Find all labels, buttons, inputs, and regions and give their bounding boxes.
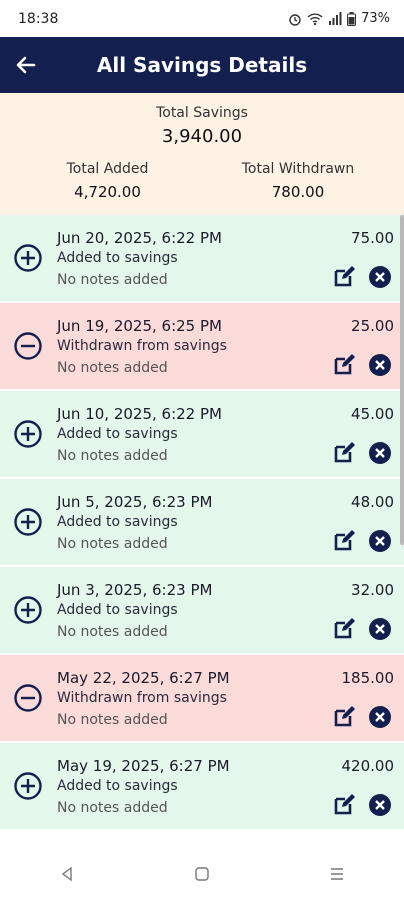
- close-circle-icon: [369, 706, 391, 728]
- menu-lines-icon: [330, 867, 343, 880]
- transaction-date: Jun 20, 2025, 6:22 PM: [57, 229, 222, 247]
- status-icons: 73%: [288, 11, 390, 26]
- transaction-note: No notes added: [57, 272, 168, 288]
- plus-circle-icon: [13, 419, 43, 449]
- triangle-back-icon: [62, 866, 73, 881]
- edit-icon: [334, 354, 355, 375]
- edit-icon: [334, 530, 355, 551]
- nav-recents-button[interactable]: [307, 854, 367, 894]
- edit-button[interactable]: [332, 793, 356, 817]
- transaction-note: No notes added: [57, 800, 168, 816]
- battery-level: 73%: [361, 11, 390, 26]
- delete-button[interactable]: [368, 705, 392, 729]
- transaction-description: Withdrawn from savings: [57, 690, 227, 706]
- close-circle-icon: [369, 618, 391, 640]
- signal-icon: [329, 11, 342, 25]
- transaction-date: May 22, 2025, 6:27 PM: [57, 669, 230, 687]
- transaction-description: Added to savings: [57, 778, 178, 794]
- app-bar: All Savings Details: [0, 37, 404, 93]
- transaction-date: Jun 5, 2025, 6:23 PM: [57, 493, 213, 511]
- edit-button[interactable]: [332, 705, 356, 729]
- edit-button[interactable]: [332, 353, 356, 377]
- plus-circle-icon: [13, 595, 43, 625]
- wifi-icon: [307, 12, 323, 25]
- transaction-amount: 45.00: [351, 405, 394, 423]
- transaction-date: Jun 3, 2025, 6:23 PM: [57, 581, 213, 599]
- delete-button[interactable]: [368, 353, 392, 377]
- nav-back-button[interactable]: [37, 854, 97, 894]
- transaction-description: Added to savings: [57, 250, 178, 266]
- status-time: 18:38: [18, 10, 59, 27]
- plus-circle-icon: [13, 507, 43, 537]
- close-circle-icon: [369, 354, 391, 376]
- transaction-list[interactable]: Jun 20, 2025, 6:22 PM Added to savings No …: [0, 215, 404, 847]
- transaction-description: Withdrawn from savings: [57, 338, 227, 354]
- transaction-note: No notes added: [57, 360, 168, 376]
- total-withdrawn-value: 780.00: [271, 183, 325, 201]
- transaction-row[interactable]: May 19, 2025, 6:27 PM Added to savings No …: [0, 743, 404, 831]
- transaction-amount: 32.00: [351, 581, 394, 599]
- total-savings-label: Total Savings: [156, 105, 248, 121]
- delete-button[interactable]: [368, 617, 392, 641]
- total-savings-value: 3,940.00: [161, 126, 243, 147]
- edit-icon: [334, 266, 355, 287]
- total-added-value: 4,720.00: [74, 183, 141, 201]
- edit-icon: [334, 794, 355, 815]
- transaction-amount: 25.00: [351, 317, 394, 335]
- total-added-label: Total Added: [66, 161, 149, 177]
- transaction-row[interactable]: May 22, 2025, 6:27 PM Withdrawn from savi…: [0, 655, 404, 743]
- transaction-date: May 19, 2025, 6:27 PM: [57, 757, 230, 775]
- transaction-amount: 420.00: [341, 757, 395, 775]
- transaction-note: No notes added: [57, 712, 168, 728]
- battery-icon: [347, 11, 357, 26]
- total-withdrawn-label: Total Withdrawn: [241, 161, 355, 177]
- edit-icon: [334, 618, 355, 639]
- close-circle-icon: [369, 266, 391, 288]
- scrollbar[interactable]: [400, 215, 404, 545]
- transaction-note: No notes added: [57, 624, 168, 640]
- edit-button[interactable]: [332, 617, 356, 641]
- edit-icon: [334, 706, 355, 727]
- close-circle-icon: [369, 794, 391, 816]
- transaction-row[interactable]: Jun 10, 2025, 6:22 PM Added to savings No …: [0, 391, 404, 479]
- square-home-icon: [195, 866, 209, 881]
- minus-circle-icon: [13, 331, 43, 361]
- transaction-date: Jun 19, 2025, 6:25 PM: [57, 317, 222, 335]
- transaction-note: No notes added: [57, 536, 168, 552]
- edit-button[interactable]: [332, 265, 356, 289]
- transaction-date: Jun 10, 2025, 6:22 PM: [57, 405, 222, 423]
- transaction-row[interactable]: Jun 5, 2025, 6:23 PM Added to savings No n…: [0, 479, 404, 567]
- delete-button[interactable]: [368, 529, 392, 553]
- minus-circle-icon: [13, 683, 43, 713]
- close-circle-icon: [369, 530, 391, 552]
- transaction-description: Added to savings: [57, 514, 178, 530]
- transaction-row[interactable]: Jun 20, 2025, 6:22 PM Added to savings No …: [0, 215, 404, 303]
- close-circle-icon: [369, 442, 391, 464]
- transaction-amount: 185.00: [341, 669, 395, 687]
- page-title: All Savings Details: [96, 53, 308, 77]
- savings-summary: Total Savings 3,940.00 Total Added 4,720…: [0, 93, 404, 215]
- transaction-amount: 48.00: [351, 493, 394, 511]
- transaction-description: Added to savings: [57, 426, 178, 442]
- delete-button[interactable]: [368, 441, 392, 465]
- arrow-left-icon: [16, 56, 36, 74]
- edit-button[interactable]: [332, 529, 356, 553]
- transaction-description: Added to savings: [57, 602, 178, 618]
- alarm-icon: [289, 13, 301, 26]
- back-button[interactable]: [12, 51, 40, 79]
- edit-button[interactable]: [332, 441, 356, 465]
- edit-icon: [334, 442, 355, 463]
- system-nav-bar: [0, 847, 404, 900]
- plus-circle-icon: [13, 243, 43, 273]
- plus-circle-icon: [13, 771, 43, 801]
- transaction-row[interactable]: Jun 19, 2025, 6:25 PM Withdrawn from savi…: [0, 303, 404, 391]
- nav-home-button[interactable]: [172, 854, 232, 894]
- delete-button[interactable]: [368, 265, 392, 289]
- transaction-amount: 75.00: [351, 229, 394, 247]
- delete-button[interactable]: [368, 793, 392, 817]
- transaction-row[interactable]: Jun 3, 2025, 6:23 PM Added to savings No n…: [0, 567, 404, 655]
- status-bar: 18:38 73%: [0, 0, 404, 37]
- transaction-note: No notes added: [57, 448, 168, 464]
